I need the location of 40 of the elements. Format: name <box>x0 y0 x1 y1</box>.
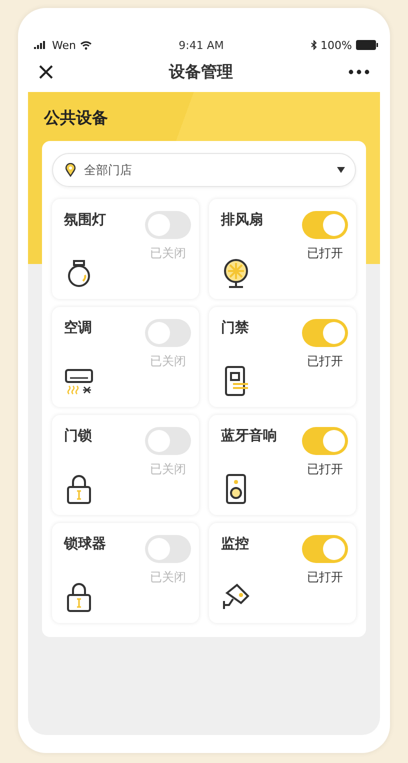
signal-icon <box>34 41 48 49</box>
padlock-icon <box>64 473 94 505</box>
device-status: 已关闭 <box>150 353 186 370</box>
padlock-icon <box>64 581 94 613</box>
location-pin-icon <box>65 163 76 177</box>
power-toggle[interactable] <box>302 427 348 455</box>
fan-icon <box>221 257 251 289</box>
section-title: 公共设备 <box>42 107 108 129</box>
wifi-icon <box>80 40 92 50</box>
battery-icon <box>356 40 378 50</box>
device-name: 门禁 <box>221 319 249 337</box>
device-name: 监控 <box>221 535 249 553</box>
more-button[interactable] <box>346 67 372 77</box>
power-toggle[interactable] <box>145 427 191 455</box>
bluetooth-icon <box>310 40 317 50</box>
device-status: 已关闭 <box>150 569 186 586</box>
device-status: 已关闭 <box>150 245 186 262</box>
device-name: 排风扇 <box>221 211 263 229</box>
power-toggle[interactable] <box>302 211 348 239</box>
dropdown-caret-icon <box>337 167 345 173</box>
carrier-name: Wen <box>52 38 76 52</box>
power-toggle[interactable] <box>145 535 191 563</box>
page-title: 设备管理 <box>169 62 233 82</box>
power-toggle[interactable] <box>302 319 348 347</box>
battery-percent: 100% <box>320 38 352 52</box>
device-name: 锁球器 <box>64 535 106 553</box>
device-name: 门锁 <box>64 427 92 445</box>
device-status: 已打开 <box>307 461 343 478</box>
device-name: 空调 <box>64 319 92 337</box>
device-status: 已关闭 <box>150 461 186 478</box>
device-name: 氛围灯 <box>64 211 106 229</box>
store-dropdown[interactable]: 全部门店 <box>52 153 356 187</box>
device-name: 蓝牙音响 <box>221 427 277 445</box>
device-status: 已打开 <box>307 353 343 370</box>
power-toggle[interactable] <box>302 535 348 563</box>
power-toggle[interactable] <box>145 319 191 347</box>
device-status: 已打开 <box>307 245 343 262</box>
device-status: 已打开 <box>307 569 343 586</box>
power-toggle[interactable] <box>145 211 191 239</box>
clock-time: 9:41 AM <box>178 38 224 52</box>
